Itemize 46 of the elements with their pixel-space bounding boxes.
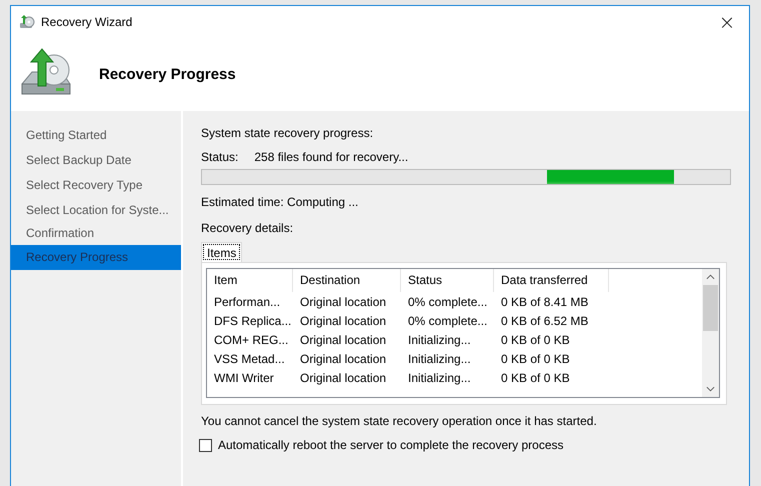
table-cell-text: Initializing...: [407, 370, 472, 384]
details-label: Recovery details:: [201, 220, 294, 236]
window-title: Recovery Wizard: [41, 14, 132, 28]
step-item[interactable]: Select Location for Syste...: [11, 198, 181, 223]
progress-heading: System state recovery progress:: [201, 125, 374, 141]
table-cell-text: WMI Writer: [213, 370, 275, 384]
step-item[interactable]: Select Recovery Type: [11, 173, 181, 198]
table-cell-text: Initializing...: [407, 332, 472, 346]
scroll-down-icon[interactable]: [706, 386, 715, 392]
column-header[interactable]: Destination: [293, 269, 401, 292]
column-header[interactable]: Status: [401, 269, 494, 292]
status-value: 258 files found for recovery...: [254, 149, 408, 165]
step-item[interactable]: Confirmation: [11, 223, 181, 245]
reboot-checkbox[interactable]: [199, 438, 212, 452]
table-cell-text: 0 KB of 0 KB: [500, 352, 571, 366]
table-cell-text: Original location: [299, 332, 388, 346]
disc-drive-icon: [19, 14, 35, 30]
items-tab[interactable]: Items: [201, 242, 242, 262]
table-cell-text: 0% complete...: [407, 294, 488, 308]
scroll-thumb[interactable]: [703, 285, 718, 331]
table-cell-text: 0 KB of 0 KB: [500, 332, 571, 346]
table-cell-text: 0 KB of 6.52 MB: [500, 314, 590, 328]
table-cell-text: Original location: [299, 314, 388, 328]
step-item[interactable]: Select Backup Date: [11, 148, 181, 173]
table-cell-text: Original location: [299, 370, 388, 384]
status-label: Status:: [201, 149, 238, 165]
step-item[interactable]: Getting Started: [11, 123, 181, 148]
table-cell-text: COM+ REG...: [213, 332, 290, 346]
column-header[interactable]: Data transferred: [494, 269, 609, 292]
column-header[interactable]: Item: [207, 269, 293, 292]
table-cell-text: VSS Metad...: [213, 352, 286, 366]
scroll-up-icon[interactable]: [706, 274, 715, 280]
table-cell-text: 0 KB of 8.41 MB: [500, 294, 590, 308]
table-cell-text: 0% complete...: [407, 314, 488, 328]
estimated-time: Estimated time: Computing ...: [201, 194, 358, 210]
table-cell-text: DFS Replica...: [213, 314, 292, 328]
page-title: Recovery Progress: [99, 66, 236, 82]
table-cell-text: Original location: [299, 294, 388, 308]
table-cell-text: Initializing...: [407, 352, 472, 366]
checkbox-label[interactable]: Automatically reboot the server to complete the recovery process: [218, 437, 564, 453]
close-button[interactable]: ×: [705, 6, 749, 36]
table-cell-text: Performan...: [213, 294, 282, 308]
scrollbar[interactable]: [702, 269, 719, 397]
table-cell-text: Original location: [299, 352, 388, 366]
warning-note: You cannot cancel the system state recovery operation once it has started.: [201, 413, 597, 429]
table-cell-text: 0 KB of 0 KB: [500, 370, 571, 384]
